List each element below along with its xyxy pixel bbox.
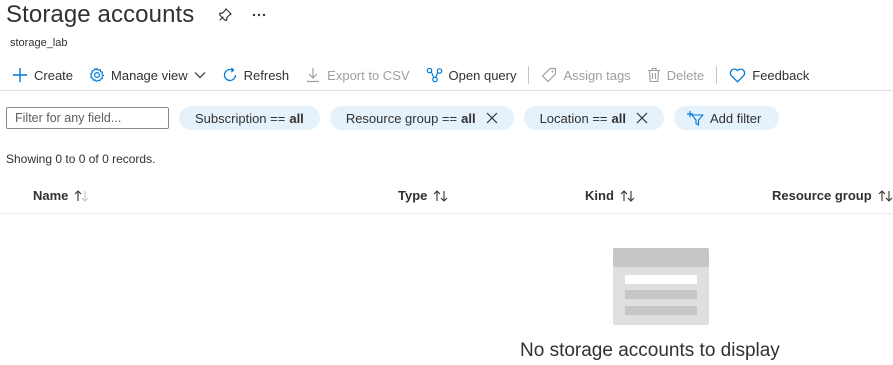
gear-icon	[89, 67, 105, 83]
column-header-type[interactable]: Type	[398, 188, 449, 203]
table-header-divider	[0, 213, 893, 214]
close-icon[interactable]	[636, 112, 648, 124]
sort-icon	[620, 189, 636, 202]
refresh-icon	[223, 67, 236, 82]
empty-state-message: No storage accounts to display	[520, 340, 780, 361]
sort-icon	[74, 189, 90, 202]
plus-icon	[13, 68, 27, 82]
page-subtitle: storage_lab	[10, 37, 68, 49]
filter-bar: Subscription ==all Resource group ==all …	[6, 106, 780, 130]
column-header-kind[interactable]: Kind	[585, 188, 636, 203]
close-icon[interactable]	[486, 112, 498, 124]
table-header: Name Type Kind Resource group	[0, 184, 893, 212]
query-icon	[426, 67, 442, 83]
subscription-filter-pill[interactable]: Subscription == all	[179, 106, 320, 130]
records-count: Showing 0 to 0 of 0 records.	[6, 152, 156, 166]
empty-list-illustration	[613, 248, 709, 325]
sort-icon	[433, 189, 449, 202]
sort-icon	[878, 189, 893, 202]
column-header-resource-group[interactable]: Resource group	[772, 188, 893, 203]
heart-icon	[730, 67, 746, 82]
assign-tags-button[interactable]: Assign tags	[533, 62, 638, 88]
download-icon	[307, 68, 320, 83]
open-query-button[interactable]: Open query	[418, 62, 525, 88]
tag-icon	[542, 67, 557, 83]
toolbar-divider-line	[0, 90, 893, 91]
command-bar: Create Manage view Refresh Export to CSV…	[0, 60, 893, 90]
delete-button[interactable]: Delete	[639, 62, 713, 88]
create-button[interactable]: Create	[0, 62, 81, 88]
trash-icon	[647, 67, 660, 83]
refresh-button[interactable]: Refresh	[214, 62, 298, 88]
add-filter-icon	[687, 111, 704, 126]
filter-input[interactable]	[6, 107, 169, 129]
page-title: Storage accounts	[6, 1, 195, 28]
header: Storage accounts	[6, 0, 268, 30]
chevron-down-icon	[194, 72, 206, 79]
more-options-icon[interactable]	[250, 6, 268, 24]
pin-icon[interactable]	[216, 6, 234, 24]
toolbar-divider	[528, 66, 530, 84]
toolbar-divider	[716, 66, 718, 84]
location-filter-pill[interactable]: Location == all	[523, 106, 664, 130]
export-csv-button[interactable]: Export to CSV	[297, 62, 417, 88]
feedback-button[interactable]: Feedback	[721, 62, 817, 88]
resource-group-filter-pill[interactable]: Resource group == all	[329, 106, 514, 130]
add-filter-button[interactable]: Add filter	[674, 106, 780, 130]
manage-view-button[interactable]: Manage view	[81, 62, 214, 88]
column-header-name[interactable]: Name	[33, 188, 90, 203]
